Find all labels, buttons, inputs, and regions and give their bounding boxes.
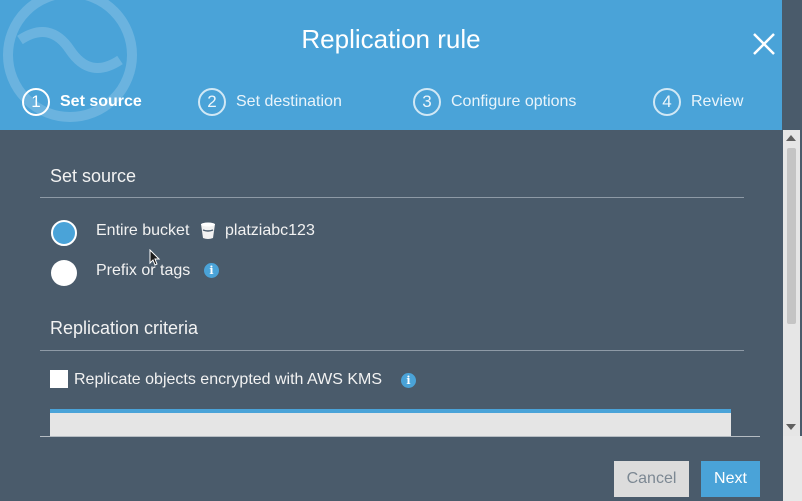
scroll-thumb[interactable] (787, 148, 796, 324)
step-label: Set destination (236, 93, 342, 110)
set-source-heading: Set source (50, 166, 137, 186)
entire-bucket-radio[interactable] (51, 220, 77, 246)
bucket-name: platziabc123 (225, 222, 315, 239)
prefix-or-tags-radio[interactable] (51, 260, 77, 286)
info-icon[interactable]: i (401, 373, 416, 388)
divider (40, 350, 744, 351)
window-edge (783, 436, 802, 501)
scroll-up-icon[interactable] (786, 135, 796, 141)
step-label: Set source (60, 93, 142, 110)
wizard-steps: 1 Set source 2 Set destination 3 Configu… (0, 84, 782, 120)
divider (40, 197, 744, 198)
dialog-title: Replication rule (301, 24, 481, 54)
prefix-or-tags-label[interactable]: Prefix or tags (96, 262, 190, 280)
step-label: Configure options (451, 93, 577, 110)
vertical-scrollbar[interactable] (783, 130, 800, 436)
destination-preview-panel (50, 409, 731, 436)
replication-criteria-heading: Replication criteria (50, 318, 199, 338)
bucket-icon (201, 222, 215, 239)
cancel-button[interactable]: Cancel (614, 461, 689, 497)
step-review[interactable]: 4 Review (653, 84, 743, 120)
step-set-destination[interactable]: 2 Set destination (198, 84, 342, 120)
kms-encryption-checkbox[interactable] (50, 370, 68, 388)
info-icon[interactable]: i (204, 263, 219, 278)
next-button[interactable]: Next (701, 461, 760, 497)
step-label: Review (691, 93, 744, 110)
dialog-header: Replication rule 1 Set source 2 Set dest… (0, 0, 782, 130)
footer-divider (40, 436, 760, 437)
step-set-source[interactable]: 1 Set source (22, 84, 142, 120)
step-number: 4 (653, 88, 681, 116)
step-number: 2 (198, 88, 226, 116)
step-number: 3 (413, 88, 441, 116)
entire-bucket-label[interactable]: Entire bucket (96, 222, 189, 240)
close-icon[interactable] (746, 26, 782, 62)
step-number: 1 (22, 88, 50, 116)
mouse-cursor-icon (149, 249, 161, 266)
step-configure-options[interactable]: 3 Configure options (413, 84, 576, 120)
scroll-down-icon[interactable] (786, 424, 796, 430)
kms-encryption-label[interactable]: Replicate objects encrypted with AWS KMS (74, 371, 382, 389)
